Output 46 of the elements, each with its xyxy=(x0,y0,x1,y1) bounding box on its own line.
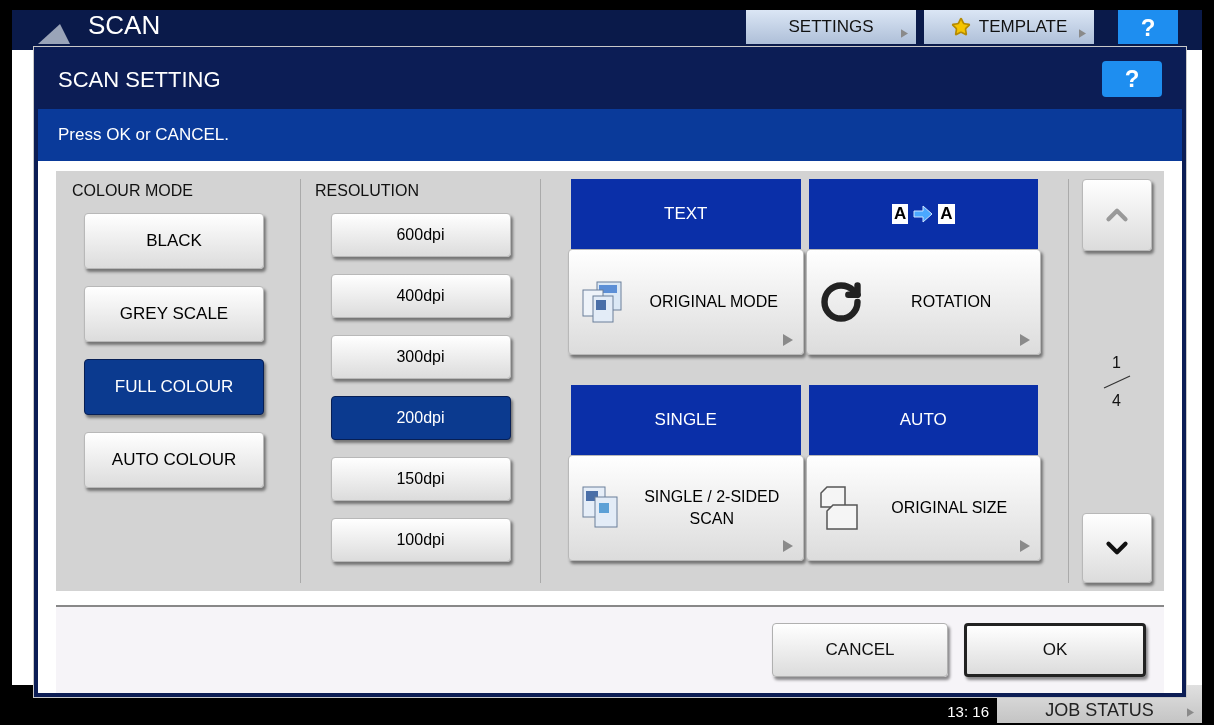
dialog-button[interactable]: OK xyxy=(964,623,1146,677)
function-button[interactable]: ROTATION xyxy=(805,249,1041,355)
caret-icon xyxy=(782,334,793,346)
caret-icon xyxy=(1187,708,1194,717)
setting-value: AUTO xyxy=(808,385,1038,455)
clock: 13: 16 xyxy=(947,701,989,722)
message: Press OK or CANCEL. xyxy=(58,124,229,147)
page-total: 4 xyxy=(1112,391,1121,411)
scroll-down-button[interactable] xyxy=(1081,513,1152,583)
slash-icon xyxy=(1102,375,1131,389)
letter-tile: A xyxy=(938,204,955,224)
tab[interactable]: TEMPLATE xyxy=(924,10,1094,44)
letter-tile: A xyxy=(891,204,909,224)
tab[interactable]: SETTINGS xyxy=(746,10,916,44)
caret-icon xyxy=(1079,29,1086,38)
option-button[interactable]: FULL COLOUR xyxy=(84,359,264,415)
function-button[interactable]: ORIGINAL SIZE xyxy=(805,455,1041,561)
documents-icon xyxy=(581,485,621,531)
option-button[interactable]: 300dpi xyxy=(330,335,511,379)
documents-icon xyxy=(581,280,625,324)
section-label: COLOUR MODE xyxy=(72,181,193,201)
dialog-button[interactable]: CANCEL xyxy=(772,623,948,677)
option-button[interactable]: 400dpi xyxy=(330,274,511,318)
option-button[interactable]: 200dpi xyxy=(330,396,511,440)
caret-icon xyxy=(1020,540,1030,552)
function-button[interactable]: ORIGINAL MODE xyxy=(568,249,804,355)
setting-value: TEXT xyxy=(571,179,801,249)
option-button[interactable]: 100dpi xyxy=(330,518,511,562)
caret-icon xyxy=(901,29,908,38)
pages-icon xyxy=(818,485,859,531)
option-button[interactable]: BLACK xyxy=(84,213,264,269)
caret-icon xyxy=(1020,334,1030,346)
rotate-icon xyxy=(818,280,863,324)
star-icon xyxy=(950,17,971,37)
caret-icon xyxy=(782,540,793,552)
function-button[interactable]: SINGLE / 2-SIDED SCAN xyxy=(568,455,804,561)
screen-title: SCAN xyxy=(88,10,161,40)
option-button[interactable]: AUTO COLOUR xyxy=(84,432,264,488)
arrow-icon xyxy=(912,205,935,223)
option-button[interactable]: 600dpi xyxy=(330,213,511,257)
option-button[interactable]: 150dpi xyxy=(330,457,511,501)
page-current: 1 xyxy=(1112,353,1121,373)
dialog-title: SCAN SETTING xyxy=(58,65,221,94)
setting-value: SINGLE xyxy=(571,385,801,455)
option-button[interactable]: GREY SCALE xyxy=(84,286,264,342)
section-label: RESOLUTION xyxy=(315,181,419,201)
